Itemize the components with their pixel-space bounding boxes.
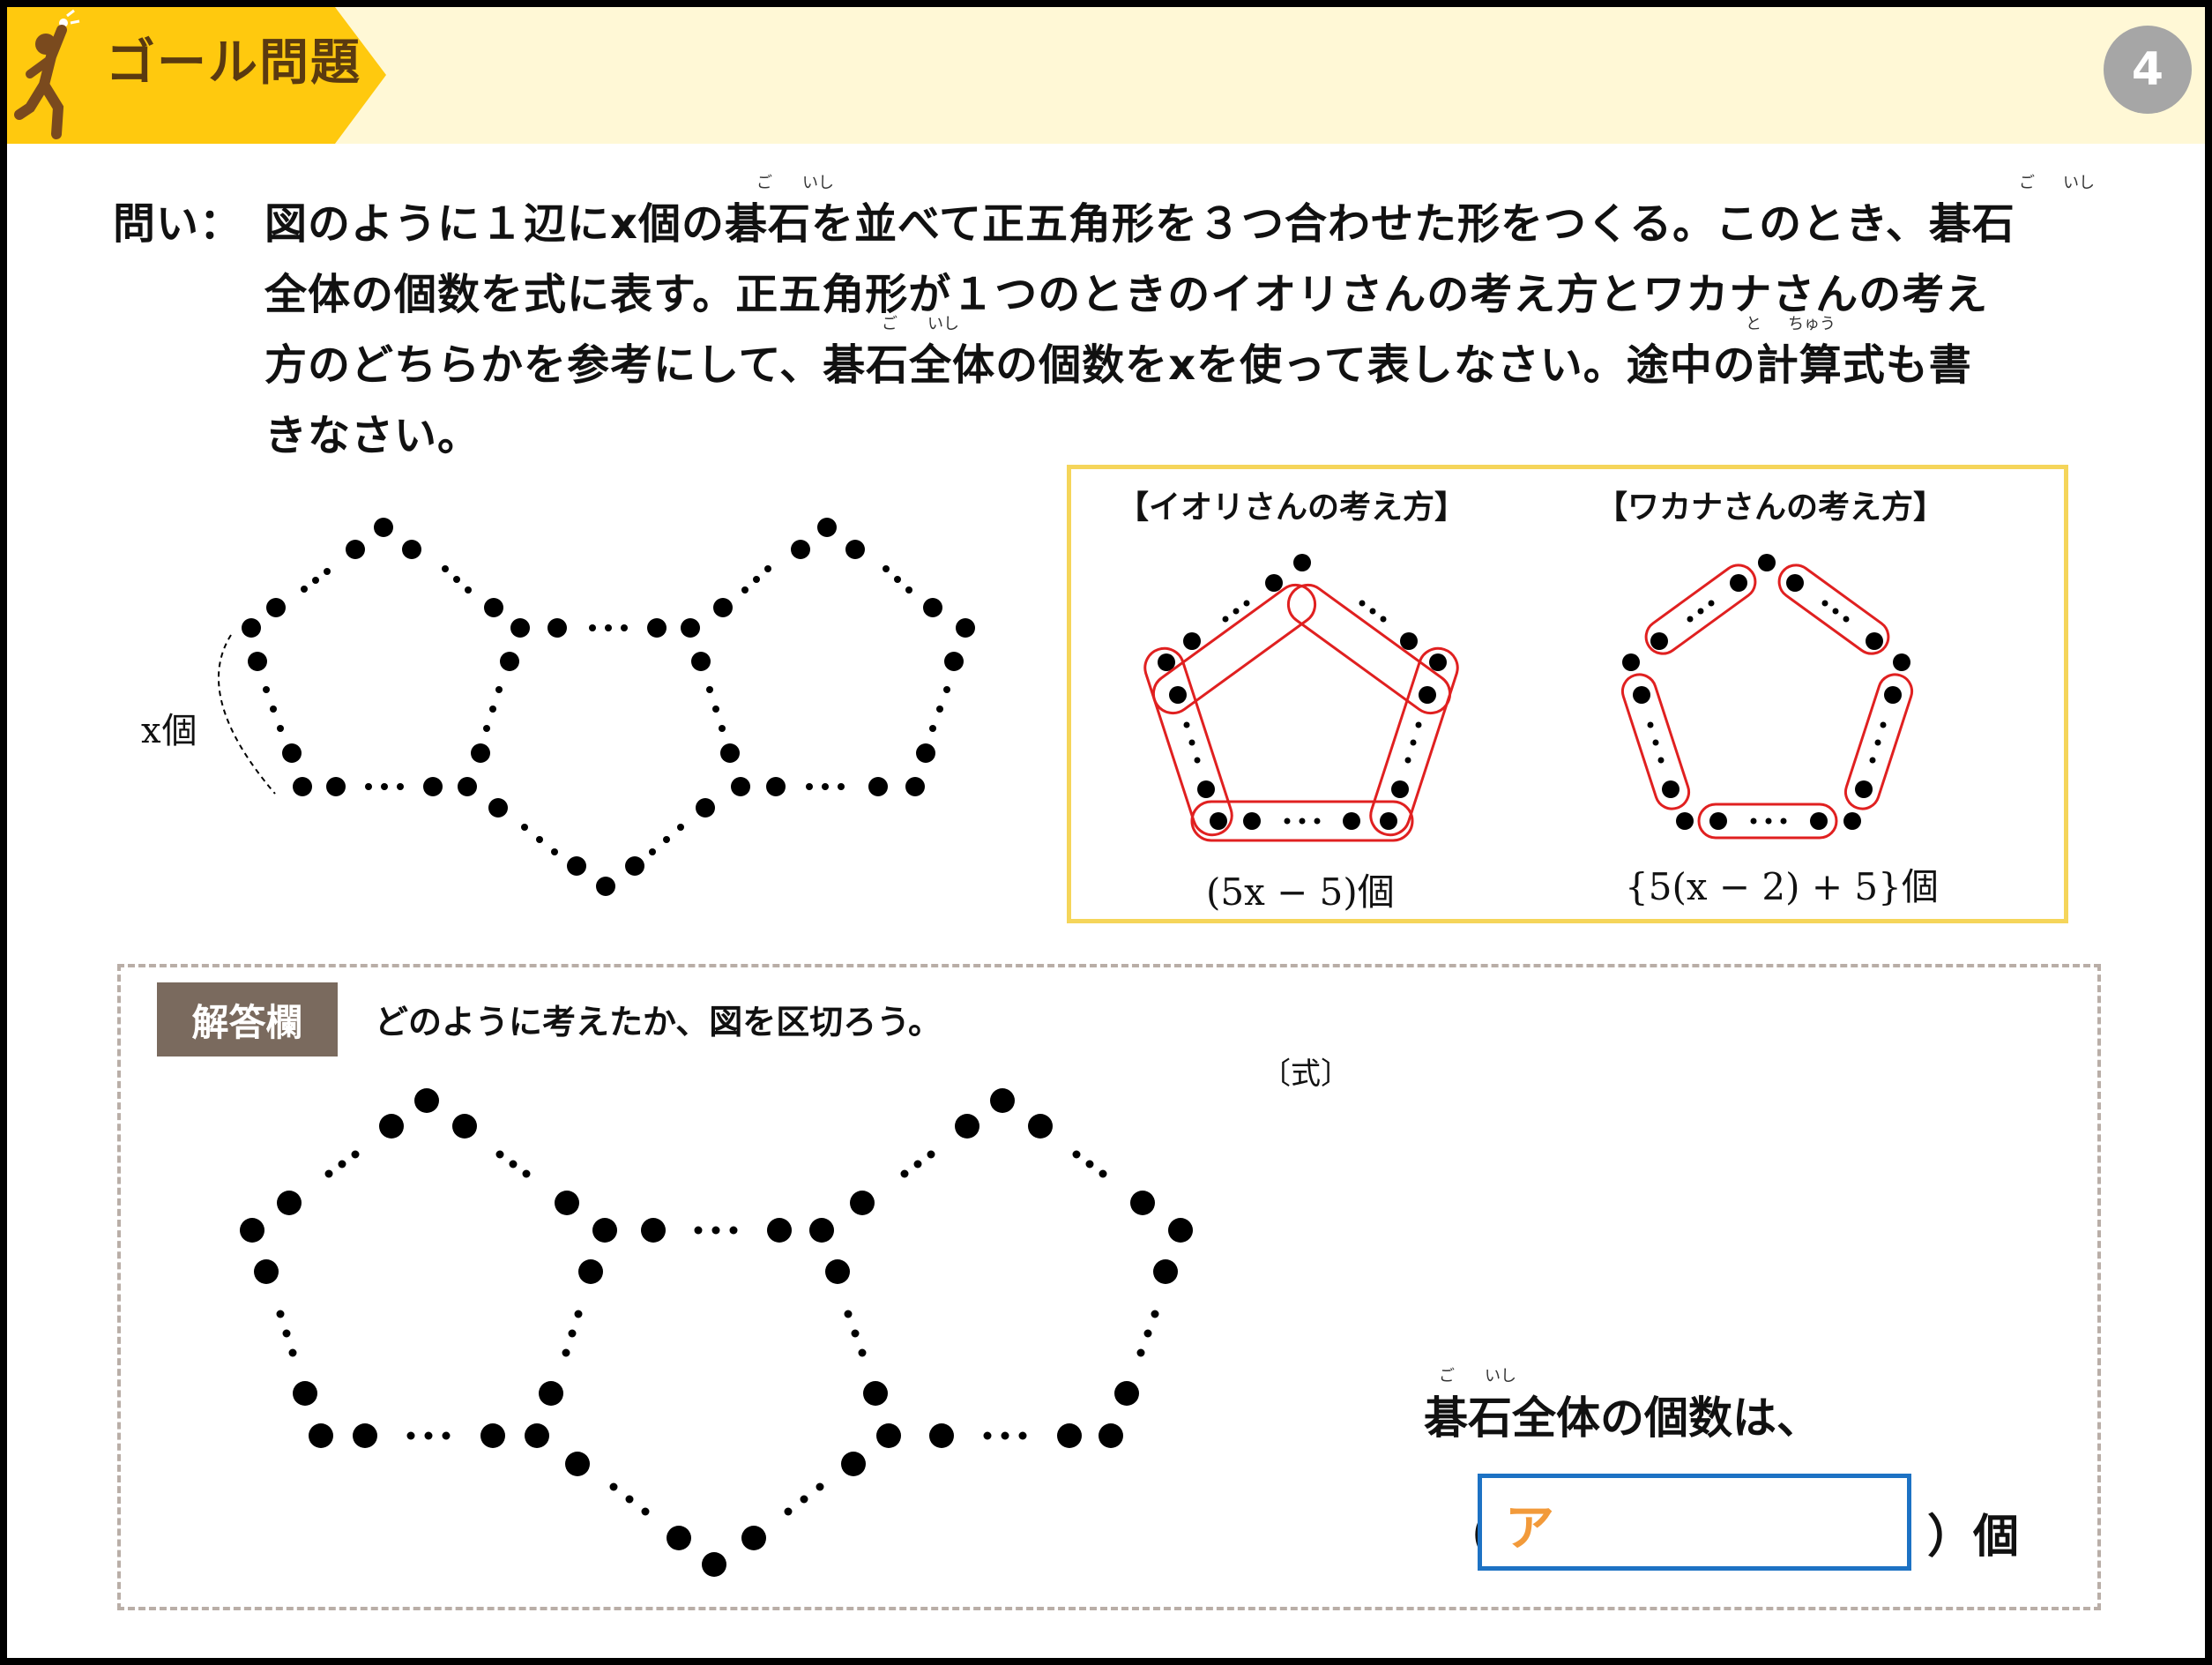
answer-field-label: ア — [1505, 1500, 1554, 1557]
total-count-label: 碁石全体の個数は、 — [1424, 1392, 1821, 1444]
answer-paren-close: ）個 — [1927, 1511, 2020, 1564]
answer-input-field[interactable]: ア — [1478, 1474, 1911, 1571]
ruby-ishi: いし — [1485, 1367, 1516, 1385]
ruby-go: ご — [1439, 1367, 1455, 1385]
answer-pentagon-figure[interactable] — [0, 0, 2212, 1665]
